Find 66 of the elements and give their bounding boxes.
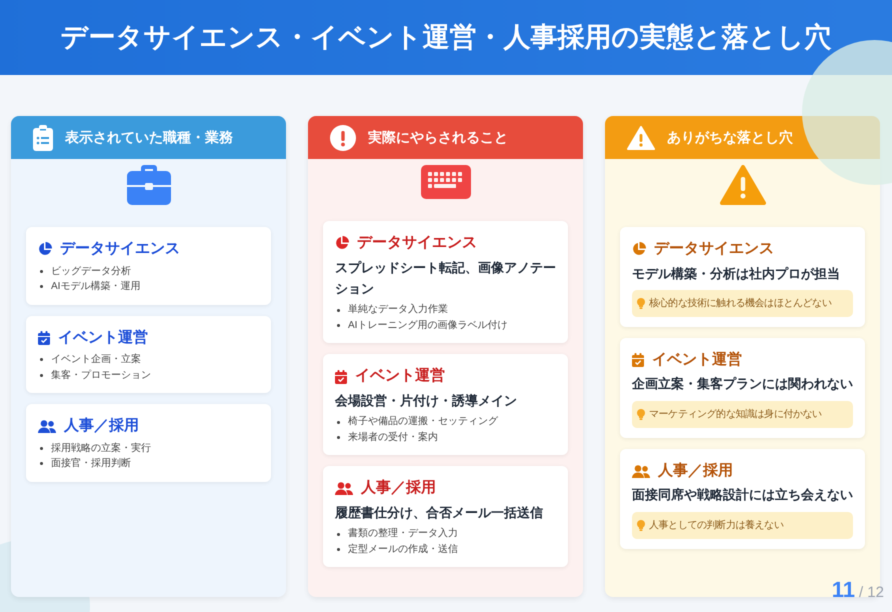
column-heading: 表示されていた職種・業務 xyxy=(65,128,233,147)
column-heading: ありがちな落とし穴 xyxy=(667,128,793,147)
warning-icon xyxy=(627,126,655,150)
bullet-item: AIモデル構築・運用 xyxy=(51,280,140,294)
bullet-icon xyxy=(40,374,43,377)
bullet-icon xyxy=(40,446,43,450)
bullet-item: 来場者の受付・案内 xyxy=(348,430,438,445)
page-total: / 12 xyxy=(858,583,884,603)
item-summary: 履歴書仕分け、合否メール一括送信 xyxy=(335,504,544,522)
briefcase-icon xyxy=(126,165,170,205)
people-icon xyxy=(335,482,353,496)
item-title: 人事／採用 xyxy=(64,416,139,436)
calendar-icon xyxy=(632,353,644,368)
item-summary: 会場設営・片付け・誘導メイン xyxy=(335,392,518,410)
bullet-item: イベント企画・立案 xyxy=(51,352,141,367)
bullet-icon xyxy=(337,532,340,536)
bullet-icon xyxy=(337,308,340,312)
slide-title: データサイエンス・イベント運営・人事採用の実態と落とし穴 xyxy=(0,0,892,75)
item-summary: スプレッドシート転記、画像アノテーション xyxy=(335,258,556,298)
calendar-icon xyxy=(38,330,50,345)
keyboard-icon xyxy=(420,165,470,199)
item-summary: モデル構築・分析は社内プロが担当 xyxy=(632,264,841,282)
item-summary: 企画立案・集客プランには関われない xyxy=(632,375,853,394)
item-title: 人事／採用 xyxy=(361,478,436,498)
bullet-item: AIトレーニング用の画像ラベル付け xyxy=(348,318,508,333)
bullet-icon xyxy=(337,436,340,440)
item-title: 人事／採用 xyxy=(658,460,733,481)
pie-chart-icon xyxy=(38,242,52,256)
bullet-icon xyxy=(337,324,340,328)
bullet-item: 単純なデータ入力作業 xyxy=(348,302,448,318)
tip-text: 人事としての判断力は養えない xyxy=(649,518,784,533)
pie-chart-icon xyxy=(335,236,349,250)
bullet-item: 採用戦略の立案・実行 xyxy=(51,442,151,456)
lightbulb-icon xyxy=(637,408,645,420)
bullet-icon xyxy=(40,462,43,466)
exclamation-circle-icon xyxy=(330,124,356,150)
bullet-icon xyxy=(40,285,43,288)
pie-chart-icon xyxy=(632,242,646,256)
item-summary: 面接同席や戦略設計には立ち会えない xyxy=(632,486,853,504)
bullet-icon xyxy=(337,420,340,424)
people-icon xyxy=(632,464,650,478)
people-icon xyxy=(38,420,56,433)
warning-icon xyxy=(720,165,766,205)
item-title: データサイエンス xyxy=(357,233,477,253)
bullet-icon xyxy=(40,270,43,273)
item-title: イベント運営 xyxy=(355,366,445,386)
column-heading: 実際にやらされること xyxy=(368,128,508,147)
item-title: データサイエンス xyxy=(60,239,180,259)
bullet-item: ビッグデータ分析 xyxy=(51,264,131,278)
bullet-item: 集客・プロモーション xyxy=(51,368,151,382)
tip-text: マーケティング的な知識は身に付かない xyxy=(649,408,822,422)
lightbulb-icon xyxy=(637,298,645,309)
item-title: イベント運営 xyxy=(652,350,742,370)
bullet-icon xyxy=(40,358,43,362)
bullet-item: 書類の整理・データ入力 xyxy=(348,526,458,542)
lightbulb-icon xyxy=(637,520,645,531)
bullet-item: 椅子や備品の運搬・セッティング xyxy=(348,414,498,430)
page-number: 11 xyxy=(832,576,855,604)
item-title: イベント運営 xyxy=(58,328,148,348)
calendar-icon xyxy=(335,370,347,384)
bullet-item: 定型メールの作成・送信 xyxy=(348,542,458,557)
tip-text: 核心的な技術に触れる機会はほとんどない xyxy=(649,296,832,311)
clipboard-icon xyxy=(33,124,53,150)
item-title: データサイエンス xyxy=(654,239,774,259)
bullet-item: 面接官・採用判断 xyxy=(51,456,131,471)
bullet-icon xyxy=(337,548,340,551)
